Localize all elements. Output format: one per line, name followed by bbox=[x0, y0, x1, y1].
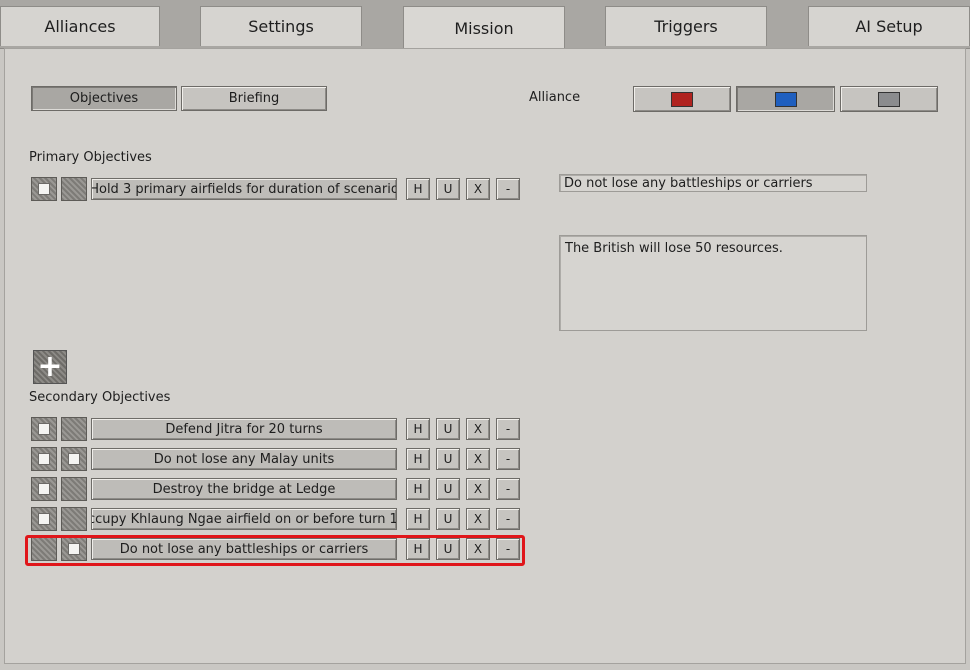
tab-alliances[interactable]: Alliances bbox=[0, 6, 160, 46]
objective-h-button[interactable]: H bbox=[406, 478, 430, 500]
tab-settings[interactable]: Settings bbox=[200, 6, 362, 46]
objective-flag-checkbox[interactable] bbox=[61, 447, 87, 471]
tab-bar: Alliances Settings Mission Triggers AI S… bbox=[0, 0, 970, 49]
briefing-subtab-label: Briefing bbox=[228, 91, 280, 106]
alliance-blue-button[interactable] bbox=[736, 86, 835, 112]
objective-u-button[interactable]: U bbox=[436, 508, 460, 530]
tab-mission[interactable]: Mission bbox=[403, 6, 565, 49]
objective-x-button[interactable]: X bbox=[466, 448, 490, 470]
objective-u-button[interactable]: U bbox=[436, 178, 460, 200]
objective-text-button[interactable]: Defend Jitra for 20 turns bbox=[91, 418, 397, 440]
briefing-subtab[interactable]: Briefing bbox=[181, 86, 327, 111]
alliance-gray-button[interactable] bbox=[840, 86, 938, 112]
plus-icon: + bbox=[37, 349, 63, 384]
objective-flag-checkbox[interactable] bbox=[61, 177, 87, 201]
objective-h-button[interactable]: H bbox=[406, 508, 430, 530]
objective-enabled-checkbox[interactable] bbox=[31, 417, 57, 441]
objective-flag-checkbox[interactable] bbox=[61, 477, 87, 501]
objective-remove-button[interactable]: - bbox=[496, 178, 520, 200]
objective-enabled-checkbox[interactable] bbox=[31, 177, 57, 201]
objective-text-button[interactable]: Hold 3 primary airfields for duration of… bbox=[91, 178, 397, 200]
tab-triggers[interactable]: Triggers bbox=[605, 6, 767, 46]
objective-h-button[interactable]: H bbox=[406, 418, 430, 440]
alliance-color-swatch bbox=[774, 91, 797, 107]
selected-objective-highlight bbox=[25, 535, 525, 566]
alliance-color-swatch bbox=[878, 91, 900, 107]
objective-text-button[interactable]: Do not lose any Malay units bbox=[91, 448, 397, 470]
alliance-red-button[interactable] bbox=[633, 86, 731, 112]
objective-x-button[interactable]: X bbox=[466, 478, 490, 500]
objective-description-value: The British will lose 50 resources. bbox=[565, 241, 783, 256]
tab-label: Settings bbox=[248, 17, 314, 36]
mission-panel bbox=[4, 48, 966, 664]
objective-name-field[interactable]: Do not lose any battleships or carriers bbox=[559, 174, 867, 192]
objective-name-value: Do not lose any battleships or carriers bbox=[564, 176, 813, 191]
objective-enabled-checkbox[interactable] bbox=[31, 507, 57, 531]
objective-u-button[interactable]: U bbox=[436, 448, 460, 470]
tab-label: Mission bbox=[454, 18, 514, 38]
objective-remove-button[interactable]: - bbox=[496, 418, 520, 440]
objective-flag-checkbox[interactable] bbox=[61, 507, 87, 531]
objective-h-button[interactable]: H bbox=[406, 448, 430, 470]
objective-flag-checkbox[interactable] bbox=[61, 417, 87, 441]
add-objective-button[interactable]: + bbox=[33, 350, 67, 384]
objective-remove-button[interactable]: - bbox=[496, 478, 520, 500]
objective-text-button[interactable]: Occupy Khlaung Ngae airfield on or befor… bbox=[91, 508, 397, 530]
objective-x-button[interactable]: X bbox=[466, 418, 490, 440]
objective-description-field[interactable]: The British will lose 50 resources. bbox=[559, 235, 867, 331]
objective-u-button[interactable]: U bbox=[436, 478, 460, 500]
tab-label: AI Setup bbox=[855, 17, 923, 36]
objective-h-button[interactable]: H bbox=[406, 178, 430, 200]
alliance-color-swatch bbox=[671, 91, 693, 107]
alliance-label: Alliance bbox=[529, 90, 581, 105]
objective-text-button[interactable]: Destroy the bridge at Ledge bbox=[91, 478, 397, 500]
tab-label: Alliances bbox=[44, 17, 116, 36]
objectives-subtab-label: Objectives bbox=[69, 91, 139, 106]
objective-remove-button[interactable]: - bbox=[496, 508, 520, 530]
objective-x-button[interactable]: X bbox=[466, 178, 490, 200]
objective-enabled-checkbox[interactable] bbox=[31, 477, 57, 501]
objective-x-button[interactable]: X bbox=[466, 508, 490, 530]
secondary-objectives-heading: Secondary Objectives bbox=[29, 390, 171, 405]
tab-ai-setup[interactable]: AI Setup bbox=[808, 6, 970, 46]
objective-enabled-checkbox[interactable] bbox=[31, 447, 57, 471]
objective-u-button[interactable]: U bbox=[436, 418, 460, 440]
primary-objectives-heading: Primary Objectives bbox=[29, 150, 152, 165]
objective-remove-button[interactable]: - bbox=[496, 448, 520, 470]
objectives-subtab[interactable]: Objectives bbox=[31, 86, 177, 111]
tab-label: Triggers bbox=[654, 17, 718, 36]
